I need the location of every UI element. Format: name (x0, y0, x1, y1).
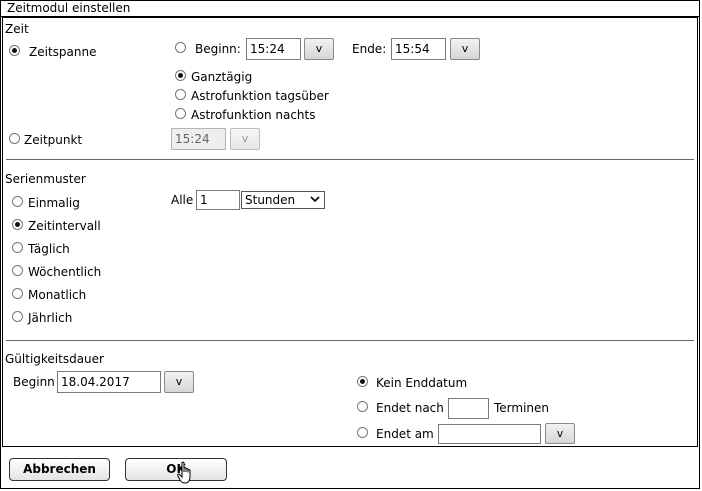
endet-am-date-picker-button[interactable]: v (545, 423, 575, 444)
zeitpunkt-time-input[interactable]: 15:24 (171, 128, 226, 150)
serien-label-taeglich: Täglich (28, 242, 70, 256)
serien-label-zeitintervall: Zeitintervall (28, 219, 101, 233)
serien-radio-zeitintervall[interactable] (12, 219, 23, 230)
ganztaegig-label: Ganztägig (191, 70, 253, 84)
endet-nach-count-input[interactable] (448, 398, 489, 419)
serien-radio-einmalig[interactable] (12, 196, 23, 207)
serien-radio-monatlich[interactable] (12, 288, 23, 299)
astro-nachts-label: Astrofunktion nachts (191, 108, 316, 122)
astro-nachts-radio[interactable] (175, 108, 186, 119)
ende-time-picker-button[interactable]: v (450, 38, 480, 60)
section-divider (6, 159, 694, 160)
ende-time-input[interactable]: 15:54 (391, 38, 446, 60)
astro-tagsueber-label: Astrofunktion tagsüber (191, 89, 329, 103)
dialog-title: Zeitmodul einstellen (7, 1, 131, 15)
zeit-heading: Zeit (5, 22, 29, 36)
gueltigkeit-heading: Gültigkeitsdauer (5, 352, 104, 366)
serien-label-einmalig: Einmalig (28, 196, 80, 210)
zeitspanne-label: Zeitspanne (29, 45, 97, 59)
ganztaegig-radio[interactable] (175, 70, 186, 81)
chevron-down-icon (309, 193, 321, 209)
intervall-unit-value: Stunden (245, 193, 296, 207)
serien-radio-jaehrlich[interactable] (12, 311, 23, 322)
zeitspanne-radio[interactable] (9, 45, 20, 56)
ok-button[interactable]: OK (125, 458, 227, 481)
beginn-time-picker-button[interactable]: v (304, 38, 334, 60)
intervall-input[interactable]: 1 (196, 190, 240, 210)
section-divider (6, 340, 694, 341)
endet-am-date-input[interactable] (438, 424, 541, 444)
serien-radio-taeglich[interactable] (12, 242, 23, 253)
gueltig-beginn-date-input[interactable]: 18.04.2017 (57, 371, 161, 393)
endet-nach-label: Endet nach (376, 401, 444, 415)
gueltig-beginn-label: Beginn (13, 375, 55, 389)
endet-am-label: Endet am (376, 427, 434, 441)
hand-pointer-cursor-icon (177, 461, 195, 485)
beginn-time-input[interactable]: 15:24 (246, 38, 301, 60)
zeitpunkt-time-picker-button[interactable]: v (230, 128, 260, 150)
serien-label-jaehrlich: Jährlich (28, 311, 73, 325)
gueltig-beginn-date-picker-button[interactable]: v (164, 371, 194, 393)
beginn-label: Beginn: (195, 42, 241, 56)
zeitpunkt-radio[interactable] (9, 133, 20, 144)
serien-radio-woechentlich[interactable] (12, 265, 23, 276)
alle-label: Alle (171, 193, 194, 207)
astro-tagsueber-radio[interactable] (175, 89, 186, 100)
kein-enddatum-radio[interactable] (357, 376, 368, 387)
terminen-label: Terminen (494, 401, 550, 415)
kein-enddatum-label: Kein Enddatum (376, 376, 468, 390)
ende-label: Ende: (352, 42, 387, 56)
beginn-radio[interactable] (175, 42, 186, 53)
serienmuster-heading: Serienmuster (5, 172, 86, 186)
cancel-button[interactable]: Abbrechen (9, 458, 110, 481)
zeitpunkt-label: Zeitpunkt (24, 133, 83, 147)
serien-label-woechentlich: Wöchentlich (28, 265, 102, 279)
intervall-unit-select[interactable]: Stunden (241, 191, 325, 209)
dialog-titlebar: Zeitmodul einstellen (1, 1, 699, 17)
endet-nach-radio[interactable] (357, 401, 368, 412)
serien-label-monatlich: Monatlich (28, 288, 87, 302)
endet-am-radio[interactable] (357, 427, 368, 438)
